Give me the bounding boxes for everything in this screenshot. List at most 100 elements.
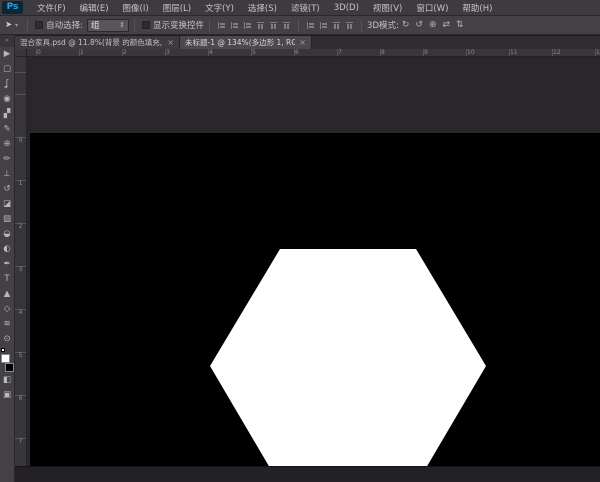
auto-select-value: 组: [91, 19, 100, 31]
move-tool[interactable]: ▶: [0, 47, 15, 62]
ruler-tick: 9: [422, 49, 465, 56]
align-bottom-edges-icon[interactable]: [282, 21, 291, 30]
ruler-tick: 12: [551, 49, 594, 56]
blur-tool[interactable]: ◒: [0, 227, 15, 242]
healing-brush-tool[interactable]: ⊕: [0, 137, 15, 152]
type-tool[interactable]: T: [0, 272, 15, 287]
tab-document-2[interactable]: 未标题-1 @ 134%(多边形 1, RGB/8#) * ×: [180, 36, 312, 49]
menu-select[interactable]: 选择(S): [241, 2, 284, 14]
align-vertical-centers-icon[interactable]: [269, 21, 278, 30]
auto-select-dropdown[interactable]: 组 ⇕: [87, 19, 129, 32]
ruler-tick: 7: [15, 437, 26, 466]
menu-help[interactable]: 帮助(H): [455, 2, 499, 14]
document-canvas[interactable]: [30, 133, 600, 466]
options-bar: ➤ ▾ 自动选择: 组 ⇕ 显示变换控件 3D模式: ↻ ↺ ⊕ ⇄ ⇅: [0, 16, 600, 35]
divider: [134, 19, 135, 32]
divider: [361, 19, 362, 32]
3d-roll-icon[interactable]: ↺: [415, 20, 423, 30]
ruler-tick: 6: [15, 394, 26, 437]
menu-filter[interactable]: 滤镜(T): [284, 2, 327, 14]
show-transform-checkbox[interactable]: [142, 21, 150, 29]
current-tool-well[interactable]: ➤ ▾: [0, 20, 22, 30]
divider: [209, 19, 210, 32]
mode-3d-label: 3D模式:: [367, 19, 399, 31]
eyedropper-tool[interactable]: ✎: [0, 122, 15, 137]
menu-type[interactable]: 文字(Y): [198, 2, 241, 14]
dodge-tool[interactable]: ◐: [0, 242, 15, 257]
distribute-left-edges-icon[interactable]: [306, 21, 315, 30]
pen-tool[interactable]: ✒: [0, 257, 15, 272]
align-right-edges-icon[interactable]: [243, 21, 252, 30]
tab-title: 未标题-1 @ 134%(多边形 1, RGB/8#) *: [185, 37, 295, 48]
distribute-vertical-centers-icon[interactable]: [345, 21, 354, 30]
ruler-tick: 3: [15, 265, 26, 308]
brush-tool[interactable]: ✏: [0, 152, 15, 167]
background-color-swatch[interactable]: [5, 363, 14, 372]
eraser-tool[interactable]: ◪: [0, 197, 15, 212]
menu-edit[interactable]: 编辑(E): [73, 2, 116, 14]
clone-stamp-tool[interactable]: ⊥: [0, 167, 15, 182]
crop-tool[interactable]: ▞: [0, 107, 15, 122]
hexagon-shape[interactable]: [210, 249, 486, 466]
horizontal-ruler: 0 1 2 3 4 5 6 7 8 9 10 11 12 13: [27, 49, 600, 57]
default-colors-icon[interactable]: [1, 348, 5, 352]
ruler-tick: 11: [508, 49, 551, 56]
ruler-tick: 1: [78, 49, 121, 56]
lasso-tool[interactable]: ʆ: [0, 77, 15, 92]
menu-view[interactable]: 视图(V): [366, 2, 409, 14]
auto-select-checkbox[interactable]: [35, 21, 43, 29]
move-tool-icon: ➤: [5, 20, 12, 30]
ruler-tick: 4: [207, 49, 250, 56]
hexagon-shape-layer[interactable]: [210, 249, 486, 466]
pasteboard: [27, 57, 600, 466]
gradient-tool[interactable]: ▨: [0, 212, 15, 227]
ruler-tick: 5: [250, 49, 293, 56]
align-horizontal-centers-icon[interactable]: [230, 21, 239, 30]
distribute-top-edges-icon[interactable]: [332, 21, 341, 30]
ruler-tick: 6: [293, 49, 336, 56]
quick-selection-tool[interactable]: ◉: [0, 92, 15, 107]
3d-rotate-icon[interactable]: ↻: [402, 20, 410, 30]
chevron-down-icon: ▾: [15, 22, 18, 29]
menu-3d[interactable]: 3D(D): [327, 3, 366, 13]
close-icon[interactable]: ×: [167, 38, 174, 47]
color-swatches: [0, 349, 15, 373]
photoshop-window: { "app": { "logo": "Ps", "title": "Adobe…: [0, 0, 600, 482]
3d-slide-icon[interactable]: ⇄: [443, 20, 451, 30]
distribute-horizontal-centers-icon[interactable]: [319, 21, 328, 30]
vertical-ruler: 0 1 2 3 4 5 6 7: [15, 57, 27, 466]
history-brush-tool[interactable]: ↺: [0, 182, 15, 197]
menu-layer[interactable]: 图层(L): [156, 2, 198, 14]
3d-scale-icon[interactable]: ⇅: [456, 20, 464, 30]
menu-window[interactable]: 窗口(W): [409, 2, 455, 14]
ruler-tick: 0: [15, 136, 26, 179]
menu-image[interactable]: 图像(I): [116, 2, 156, 14]
ruler-tick: 8: [379, 49, 422, 56]
ruler-tick: 13: [594, 49, 600, 56]
marquee-tool[interactable]: ▢: [0, 62, 15, 77]
ruler-tick: 0: [35, 49, 78, 56]
status-bar: [15, 466, 600, 482]
divider: [298, 19, 299, 32]
hand-tool[interactable]: ≋: [0, 317, 15, 332]
ruler-tick: 10: [465, 49, 508, 56]
toolbar-collapse-button[interactable]: «: [0, 35, 14, 47]
shape-tool[interactable]: ◇: [0, 302, 15, 317]
foreground-color-swatch[interactable]: [1, 354, 10, 363]
tab-document-1[interactable]: 混合家具.psd @ 11.8%(背景 的颜色填充, RGB/8#) * ×: [15, 36, 180, 49]
menu-file[interactable]: 文件(F): [30, 2, 73, 14]
tab-title: 混合家具.psd @ 11.8%(背景 的颜色填充, RGB/8#) *: [20, 37, 163, 48]
tools-panel: « ▶ ▢ ʆ ◉ ▞ ✎ ⊕ ✏ ⊥ ↺ ◪ ▨ ◒ ◐ ✒ T ▲ ◇ ≋ …: [0, 35, 15, 482]
zoom-tool[interactable]: ⊙: [0, 332, 15, 347]
screen-mode-button[interactable]: ▣: [0, 388, 15, 403]
3d-drag-icon[interactable]: ⊕: [429, 20, 437, 30]
ruler-tick: 3: [164, 49, 207, 56]
ps-logo: Ps: [2, 1, 23, 14]
align-top-edges-icon[interactable]: [256, 21, 265, 30]
dropdown-arrows-icon: ⇕: [119, 21, 125, 29]
close-icon[interactable]: ×: [299, 38, 306, 47]
quick-mask-button[interactable]: ◧: [0, 373, 15, 388]
path-selection-tool[interactable]: ▲: [0, 287, 15, 302]
align-left-edges-icon[interactable]: [217, 21, 226, 30]
ruler-tick: 4: [15, 308, 26, 351]
